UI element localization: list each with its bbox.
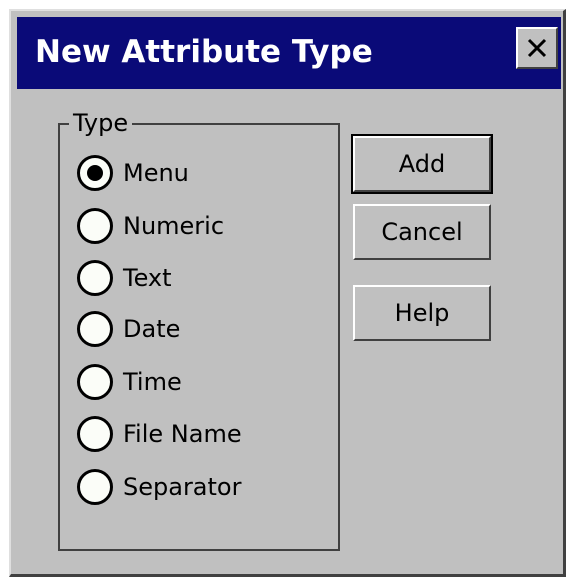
radio-label-separator: Separator (123, 473, 242, 501)
radio-option-text[interactable]: Text (77, 257, 172, 299)
type-group-label: Type (69, 108, 133, 138)
radio-label-menu: Menu (123, 159, 189, 187)
close-button[interactable] (516, 27, 558, 69)
radio-option-separator[interactable]: Separator (77, 466, 241, 508)
new-attribute-type-dialog: New Attribute Type Type Menu Numeric Tex… (9, 9, 566, 577)
add-button[interactable]: Add (351, 134, 493, 194)
radio-option-file-name[interactable]: File Name (77, 413, 242, 455)
radio-button[interactable] (77, 208, 113, 244)
radio-option-numeric[interactable]: Numeric (77, 205, 224, 247)
radio-button[interactable] (77, 416, 113, 452)
radio-label-text: Text (123, 264, 172, 292)
radio-button[interactable] (77, 469, 113, 505)
title-bar[interactable]: New Attribute Type (17, 17, 561, 89)
radio-button[interactable] (77, 364, 113, 400)
radio-button[interactable] (77, 311, 113, 347)
radio-button-checked[interactable] (77, 155, 113, 191)
radio-label-time: Time (123, 368, 182, 396)
help-button[interactable]: Help (353, 285, 491, 341)
radio-label-date: Date (123, 315, 181, 343)
close-icon (527, 38, 547, 58)
radio-option-date[interactable]: Date (77, 308, 180, 350)
radio-label-file-name: File Name (123, 420, 242, 448)
dialog-title: New Attribute Type (35, 34, 373, 70)
cancel-button[interactable]: Cancel (353, 204, 491, 260)
radio-label-numeric: Numeric (123, 212, 225, 240)
radio-button[interactable] (77, 260, 113, 296)
radio-option-menu[interactable]: Menu (77, 152, 189, 194)
radio-option-time[interactable]: Time (77, 361, 182, 403)
